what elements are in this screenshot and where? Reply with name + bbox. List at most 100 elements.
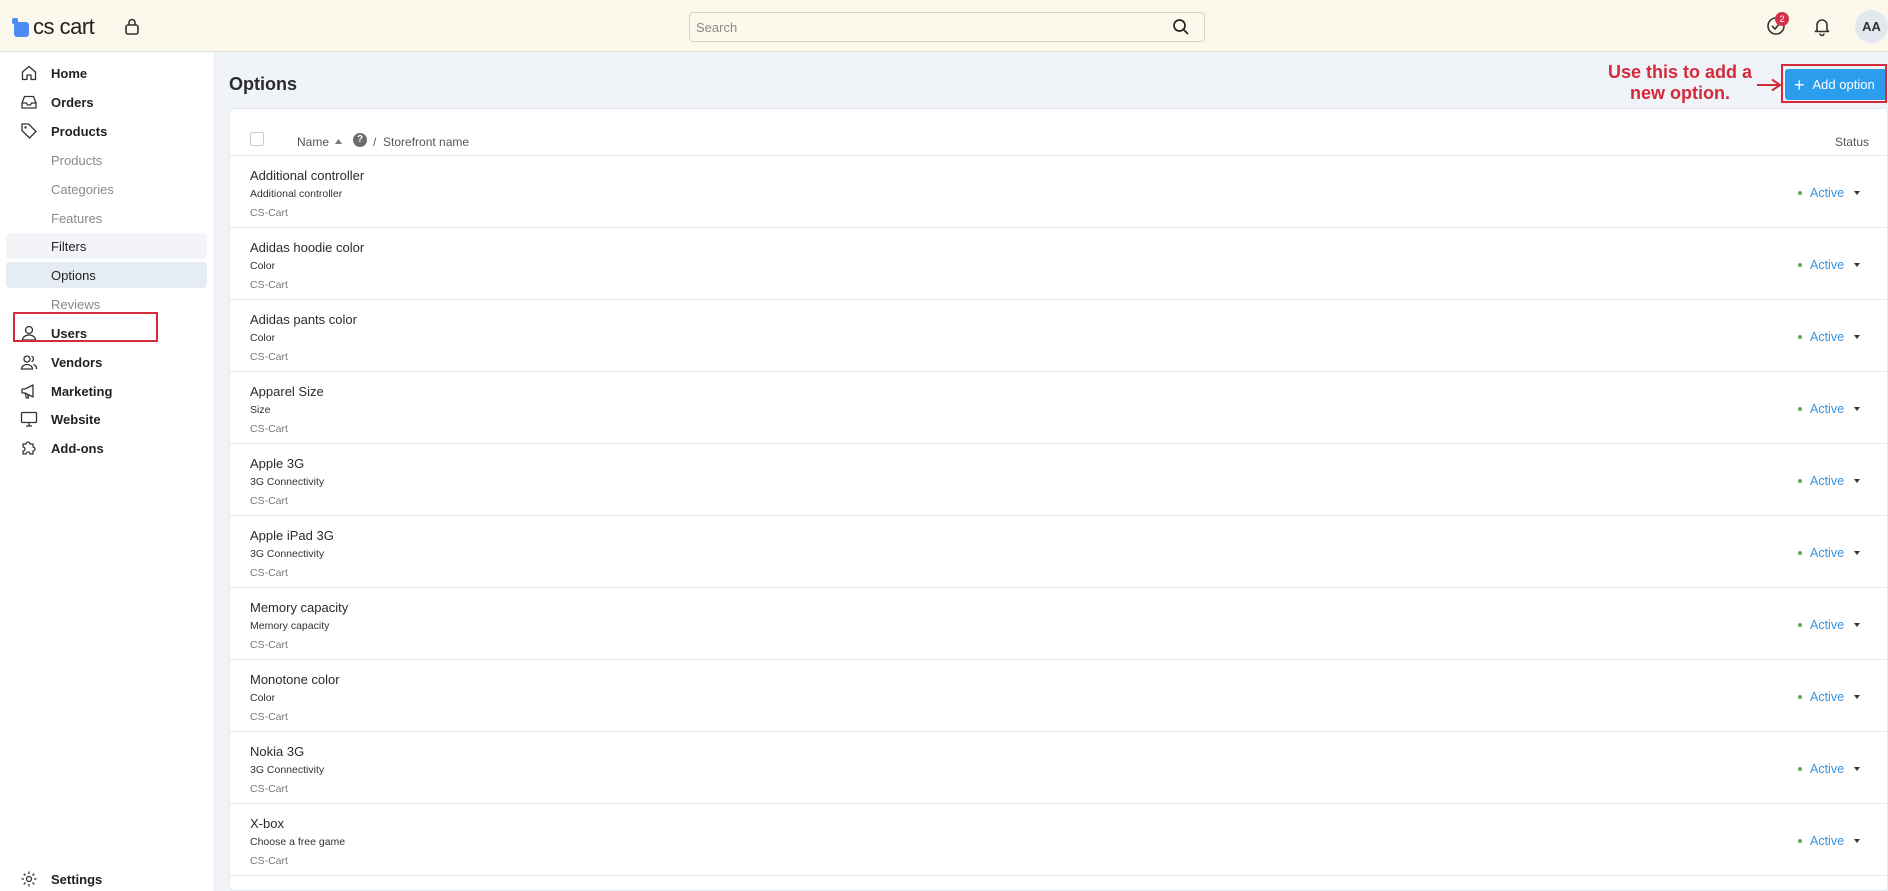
table-row[interactable]: Nokia 3G 3G Connectivity CS-Cart Active bbox=[230, 732, 1888, 804]
sidebar-item-label: Categories bbox=[51, 181, 114, 197]
table-row[interactable]: Adidas pants color Color CS-Cart Active bbox=[230, 300, 1888, 372]
storefront-name: Choose a free game bbox=[250, 836, 346, 848]
sidebar-item-label: Marketing bbox=[51, 383, 113, 399]
status-text: Active bbox=[1810, 402, 1845, 416]
status-dropdown[interactable]: Active bbox=[1798, 185, 1861, 201]
storefront-name: Color bbox=[250, 260, 276, 272]
caret-down-icon bbox=[1854, 695, 1861, 699]
status-dropdown[interactable]: Active bbox=[1798, 257, 1861, 273]
option-name-link[interactable]: Adidas pants color bbox=[250, 312, 357, 327]
caret-down-icon bbox=[1854, 407, 1861, 411]
annotation-line-2: new option. bbox=[1630, 83, 1730, 103]
vendor-name: CS-Cart bbox=[250, 423, 288, 435]
caret-down-icon bbox=[1854, 191, 1861, 195]
inbox-icon bbox=[21, 95, 37, 109]
status-text: Active bbox=[1810, 186, 1845, 200]
status-dropdown[interactable]: Active bbox=[1798, 545, 1861, 561]
option-name-link[interactable]: X-box bbox=[250, 816, 284, 831]
status-dot-icon bbox=[1798, 479, 1802, 483]
sidebar-item-label: Vendors bbox=[51, 354, 103, 370]
option-name-link[interactable]: Apple 3G bbox=[250, 456, 304, 471]
bell-icon[interactable] bbox=[1811, 15, 1833, 37]
logo[interactable]: cs cart bbox=[12, 14, 95, 40]
sidebar-item-label: Website bbox=[51, 411, 101, 427]
option-name-link[interactable]: Adidas hoodie color bbox=[250, 240, 364, 255]
avatar[interactable]: AA bbox=[1855, 10, 1888, 43]
storefront-name: Size bbox=[250, 404, 271, 416]
column-storefront-header: / Storefront name bbox=[373, 135, 469, 149]
sidebar-subitem-features[interactable]: Features bbox=[6, 205, 207, 231]
option-name-link[interactable]: Apple iPad 3G bbox=[250, 528, 334, 543]
caret-down-icon bbox=[1854, 551, 1861, 555]
option-name-link[interactable]: Monotone color bbox=[250, 672, 340, 687]
sidebar-item-home[interactable]: Home bbox=[6, 60, 207, 86]
select-all-checkbox[interactable] bbox=[250, 132, 264, 146]
search-box[interactable] bbox=[689, 12, 1205, 42]
table-row[interactable]: X-box Choose a free game CS-Cart Active bbox=[230, 804, 1888, 876]
table-row[interactable]: Memory capacity Memory capacity CS-Cart … bbox=[230, 588, 1888, 660]
users-icon bbox=[20, 355, 38, 370]
storefront-name: 3G Connectivity bbox=[250, 548, 325, 560]
table-row[interactable]: Apple iPad 3G 3G Connectivity CS-Cart Ac… bbox=[230, 516, 1888, 588]
puzzle-icon bbox=[22, 441, 36, 455]
sidebar-item-website[interactable]: Website bbox=[6, 406, 207, 432]
column-separator: / bbox=[373, 135, 377, 149]
storefront-name: Additional controller bbox=[250, 188, 343, 200]
sidebar-item-addons[interactable]: Add-ons bbox=[6, 435, 207, 461]
help-icon[interactable]: ? bbox=[353, 133, 367, 147]
sidebar-item-settings[interactable]: Settings bbox=[6, 866, 207, 891]
status-dropdown[interactable]: Active bbox=[1798, 617, 1861, 633]
status-text: Active bbox=[1810, 834, 1845, 848]
sidebar-item-vendors[interactable]: Vendors bbox=[6, 349, 207, 375]
caret-down-icon bbox=[1854, 839, 1861, 843]
sort-asc-icon[interactable] bbox=[334, 137, 343, 146]
storefront-name: Color bbox=[250, 692, 276, 704]
annotation-highlight-options bbox=[13, 312, 158, 342]
option-name-link[interactable]: Memory capacity bbox=[250, 600, 348, 615]
table-row[interactable]: Adidas hoodie color Color CS-Cart Active bbox=[230, 228, 1888, 300]
status-dot-icon bbox=[1798, 191, 1802, 195]
status-dropdown[interactable]: Active bbox=[1798, 833, 1861, 849]
option-name-link[interactable]: Nokia 3G bbox=[250, 744, 304, 759]
vendor-name: CS-Cart bbox=[250, 207, 288, 219]
sidebar-item-label: Home bbox=[51, 65, 88, 81]
sidebar-item-label: Reviews bbox=[51, 296, 101, 312]
status-dot-icon bbox=[1798, 623, 1802, 627]
sidebar-subitem-options[interactable]: Options bbox=[6, 262, 207, 288]
sidebar-item-marketing[interactable]: Marketing bbox=[6, 378, 207, 404]
tag-icon bbox=[21, 123, 37, 139]
caret-down-icon bbox=[1854, 767, 1861, 771]
sidebar-subitem-products[interactable]: Products bbox=[6, 147, 207, 173]
vendor-name: CS-Cart bbox=[250, 567, 288, 579]
status-dropdown[interactable]: Active bbox=[1798, 401, 1861, 417]
page-title: Options bbox=[229, 74, 297, 94]
option-name-link[interactable]: Apparel Size bbox=[250, 384, 324, 399]
sidebar-subitem-filters[interactable]: Filters bbox=[6, 233, 207, 259]
sidebar-item-products[interactable]: Products bbox=[6, 118, 207, 144]
sidebar-item-orders[interactable]: Orders bbox=[6, 89, 207, 115]
column-name-header[interactable]: Name bbox=[297, 135, 329, 149]
storefront-name: 3G Connectivity bbox=[250, 764, 325, 776]
table-row[interactable]: Additional controller Additional control… bbox=[230, 156, 1888, 228]
option-name-link[interactable]: Additional controller bbox=[250, 168, 364, 183]
table-row[interactable]: Monotone color Color CS-Cart Active bbox=[230, 660, 1888, 732]
annotation-highlight-add-button bbox=[1781, 64, 1887, 103]
search-input[interactable] bbox=[690, 13, 1160, 41]
status-dropdown[interactable]: Active bbox=[1798, 329, 1861, 345]
status-dot-icon bbox=[1798, 263, 1802, 267]
sidebar-item-label: Orders bbox=[51, 94, 94, 110]
vendor-name: CS-Cart bbox=[250, 495, 288, 507]
notification-badge: 2 bbox=[1775, 12, 1789, 26]
lock-icon[interactable] bbox=[122, 16, 142, 36]
status-text: Active bbox=[1810, 258, 1845, 272]
search-icon[interactable] bbox=[1172, 18, 1190, 36]
status-dropdown[interactable]: Active bbox=[1798, 761, 1861, 777]
status-dropdown[interactable]: Active bbox=[1798, 689, 1861, 705]
vendor-name: CS-Cart bbox=[250, 855, 288, 867]
status-text: Active bbox=[1810, 474, 1845, 488]
sidebar-subitem-categories[interactable]: Categories bbox=[6, 176, 207, 202]
table-row[interactable]: Apple 3G 3G Connectivity CS-Cart Active bbox=[230, 444, 1888, 516]
table-row[interactable]: Apparel Size Size CS-Cart Active bbox=[230, 372, 1888, 444]
status-dropdown[interactable]: Active bbox=[1798, 473, 1861, 489]
status-dot-icon bbox=[1798, 335, 1802, 339]
